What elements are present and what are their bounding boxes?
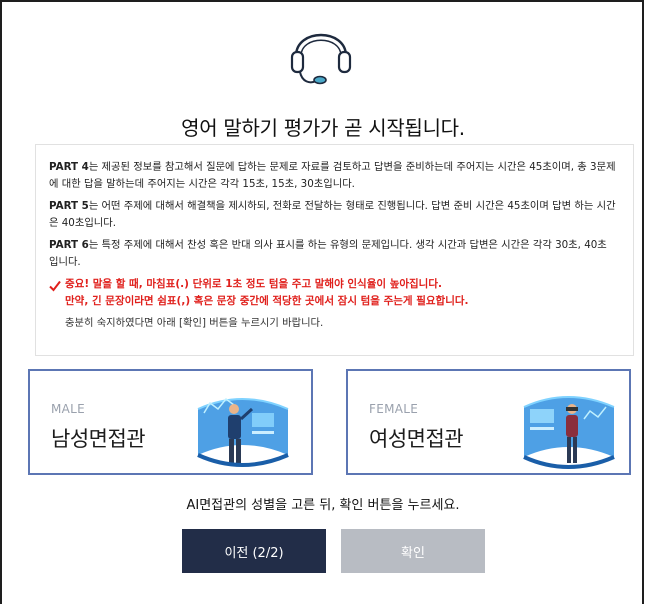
headset-icon [290,33,352,85]
male-interviewer-card[interactable]: MALE 남성면접관 [28,369,313,475]
instruction-text: AI면접관의 성별을 고른 뒤, 확인 버튼을 누르세요. [186,498,460,513]
part-label: PART 6 [49,239,89,251]
warning-line-1: 중요! 말을 할 때, 마침표(.) 단위로 1초 정도 텀을 주고 말해야 인… [65,278,442,290]
notice-box: PART 4는 제공된 정보를 참고해서 질문에 답하는 문제로 자료를 검토하… [35,144,634,356]
part-text: 는 제공된 정보를 참고해서 질문에 답하는 문제로 자료를 검토하고 답변을 … [49,161,616,190]
male-label-ko: 남성면접관 [51,427,146,451]
part-label: PART 4 [49,161,89,173]
part4-paragraph: PART 4는 제공된 정보를 참고해서 질문에 답하는 문제로 자료를 검토하… [49,159,619,193]
female-interviewer-illustration [523,396,615,469]
female-label-en: FEMALE [369,402,419,416]
check-icon [49,280,61,292]
confirm-button[interactable]: 확인 [341,529,485,573]
warning-line-2: 만약, 긴 문장이라면 쉼표(,) 혹은 문장 중간에 적당한 곳에서 잠시 텀… [65,295,469,307]
part6-paragraph: PART 6는 특정 주제에 대해서 찬성 혹은 반대 의사 표시를 하는 유형… [49,237,619,271]
warning-message: 중요! 말을 할 때, 마침표(.) 단위로 1초 정도 텀을 주고 말해야 인… [49,276,619,310]
confirm-note: 충분히 숙지하였다면 아래 [확인] 버튼을 누르시기 바랍니다. [65,317,324,329]
part-text: 는 어떤 주제에 대해서 해결책을 제시하되, 전화로 전달하는 형태로 진행됩… [49,200,616,229]
male-interviewer-illustration [197,397,289,467]
prev-button[interactable]: 이전 (2/2) [182,529,326,573]
part-label: PART 5 [49,200,89,212]
part5-paragraph: PART 5는 어떤 주제에 대해서 해결책을 제시하되, 전화로 전달하는 형… [49,198,619,232]
part-text: 는 특정 주제에 대해서 찬성 혹은 반대 의사 표시를 하는 유형의 문제입니… [49,239,607,268]
male-label-en: MALE [51,402,86,416]
page-title: 영어 말하기 평가가 곧 시작됩니다. [181,116,465,140]
female-label-ko: 여성면접관 [369,427,464,451]
female-interviewer-card[interactable]: FEMALE 여성면접관 [346,369,631,475]
